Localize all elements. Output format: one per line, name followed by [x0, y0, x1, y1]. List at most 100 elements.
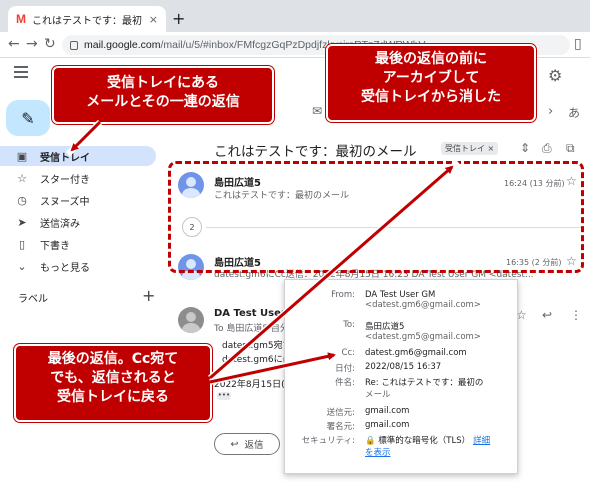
close-icon[interactable]: ×: [149, 13, 158, 26]
gmail-icon: M: [16, 12, 26, 26]
draft-icon: ▯: [18, 237, 26, 251]
details-link[interactable]: 詳細: [473, 436, 490, 446]
inbox-label-chip[interactable]: 受信トレイ ×: [441, 142, 499, 155]
detail-label: From:: [331, 290, 355, 300]
sidebar: ▣ 受信トレイ ☆ スター付き ◷ スヌーズ中 ➤ 送信済み ▯ 下書き ⌄ もっと見る: [0, 146, 160, 278]
show-trimmed-content-button[interactable]: •••: [217, 392, 231, 400]
reload-icon[interactable]: ↻: [44, 36, 56, 52]
detail-value-main: gmail.com: [365, 406, 410, 416]
clock-icon: ◷: [17, 193, 27, 207]
sidebar-item[interactable]: ☆ スター付き: [0, 168, 160, 188]
reply-icon: ↩: [230, 438, 239, 450]
tab-title: これはテストです：最初のメール - da: [32, 15, 143, 27]
print-icon[interactable]: ⎙: [542, 141, 552, 156]
side-panel-icon[interactable]: ▯: [574, 36, 582, 52]
chevron-down-icon: ⌄: [17, 259, 27, 273]
callout-archived: 最後の返信の前に アーカイブして 受信トレイから消した: [326, 44, 536, 122]
detail-value: DA Test User GM <datest.gm6@gmail.com>: [365, 290, 515, 310]
sidebar-item[interactable]: ➤ 送信済み: [0, 212, 160, 232]
sidebar-item[interactable]: ▣ 受信トレイ: [0, 146, 156, 166]
detail-value-sub: メール: [365, 390, 391, 400]
callout-line: 最後の返信。Cc宛て: [47, 351, 179, 367]
message-time: 16:24 (13 分前): [504, 179, 565, 188]
callout-inbox-thread: 受信トレイにある メールとその一連の返信: [52, 66, 274, 124]
callout-last-reply: 最後の返信。Cc宛て でも、返信されると 受信トレイに戻る: [14, 344, 212, 422]
detail-value-main: 🔒 標準的な暗号化（TLS）: [365, 436, 471, 446]
detail-label: 日付:: [335, 364, 355, 374]
url-domain: mail.google.com: [84, 39, 161, 51]
pencil-icon: ✎: [21, 108, 35, 128]
send-icon: ➤: [17, 215, 27, 229]
detail-value: 🔒 標準的な暗号化（TLS） 詳細 を表示: [365, 434, 515, 458]
detail-value: datest.gm6@gmail.com: [365, 348, 515, 358]
sidebar-item-label: 受信トレイ: [40, 152, 90, 164]
sidebar-item-label: 送信済み: [40, 218, 80, 230]
reply-button[interactable]: ↩ 返信: [214, 433, 280, 455]
detail-value: Re: これはテストです：最初の メール: [365, 376, 515, 400]
callout-line: 受信トレイに戻る: [57, 388, 169, 405]
avatar: [178, 307, 204, 333]
detail-label: 送信元:: [326, 408, 355, 418]
message-snippet[interactable]: これはテストです：最初のメール: [214, 188, 349, 201]
detail-value-main: Re: これはテストです：最初の: [365, 378, 484, 388]
input-tools-label[interactable]: あ: [568, 104, 580, 121]
callout-line: でも、返信されると: [50, 369, 176, 386]
star-icon[interactable]: ☆: [566, 174, 577, 188]
lock-icon: [70, 40, 78, 50]
add-label-button[interactable]: +: [142, 286, 155, 305]
detail-value-main: 島田広道5: [365, 322, 405, 332]
chevron-right-icon[interactable]: ›: [548, 104, 553, 119]
detail-value: gmail.com: [365, 406, 515, 416]
callout-line: アーカイブして: [382, 69, 480, 86]
forward-icon[interactable]: →: [26, 36, 38, 52]
detail-value-sub: <datest.gm6@gmail.com>: [365, 300, 481, 310]
detail-value: 2022/08/15 16:37: [365, 362, 515, 372]
thread-subject: これはテストです：最初のメール: [214, 144, 417, 160]
sidebar-item-label: スター付き: [40, 174, 90, 186]
avatar: [178, 172, 204, 198]
detail-value: gmail.com: [365, 420, 515, 430]
more-options-icon[interactable]: ⋮: [570, 308, 582, 322]
detail-label: セキュリティ:: [301, 436, 355, 446]
detail-value: 島田広道5 <datest.gm5@gmail.com>: [365, 320, 515, 342]
expand-collapse-icon[interactable]: ⇕: [520, 141, 530, 155]
labels-heading: ラベル: [18, 294, 48, 305]
reply-icon[interactable]: ↩: [542, 308, 552, 322]
star-icon: ☆: [17, 171, 27, 185]
details-link[interactable]: を表示: [365, 446, 515, 458]
mail-icon[interactable]: ✉: [312, 104, 322, 118]
main-menu-icon[interactable]: [14, 66, 28, 78]
sidebar-item[interactable]: ◷ スヌーズ中: [0, 190, 160, 210]
new-tab-button[interactable]: +: [172, 9, 185, 28]
open-new-window-icon[interactable]: ⧉: [566, 141, 575, 156]
compose-button[interactable]: ✎: [6, 100, 50, 136]
settings-gear-icon[interactable]: ⚙: [548, 66, 562, 85]
detail-label: Cc:: [341, 348, 355, 358]
collapsed-messages-count[interactable]: 2: [182, 217, 202, 237]
detail-label: To:: [343, 320, 355, 330]
message-details-popup: From: DA Test User GM <datest.gm6@gmail.co…: [284, 279, 518, 474]
back-icon[interactable]: ←: [8, 36, 20, 52]
detail-label: 件名:: [335, 378, 355, 388]
detail-value-main: DA Test User GM: [365, 290, 436, 300]
detail-value-main: datest.gm6@gmail.com: [365, 348, 467, 358]
callout-line: メールとその一連の返信: [86, 93, 240, 110]
sidebar-item-label: スヌーズ中: [40, 196, 90, 208]
message-sender[interactable]: 島田広道5: [214, 174, 261, 189]
detail-value-sub: <datest.gm5@gmail.com>: [365, 332, 481, 342]
callout-line: 受信トレイから消した: [361, 88, 501, 105]
sidebar-item[interactable]: ▯ 下書き: [0, 234, 160, 254]
sidebar-item-label: もっと見る: [40, 262, 90, 274]
avatar: [178, 254, 204, 280]
callout-line: 受信トレイにある: [107, 75, 219, 91]
browser-tab-bar: M これはテストです：最初のメール - da × +: [0, 0, 590, 32]
callout-line: 最後の返信の前に: [375, 51, 487, 67]
browser-tab[interactable]: M これはテストです：最初のメール - da ×: [8, 6, 166, 32]
divider: [206, 227, 582, 228]
sidebar-item-label: 下書き: [40, 240, 70, 252]
star-icon[interactable]: ☆: [566, 254, 577, 268]
reply-label: 返信: [244, 440, 264, 451]
sidebar-item[interactable]: ⌄ もっと見る: [0, 256, 160, 276]
detail-label: 署名元:: [326, 422, 355, 432]
inbox-icon: ▣: [16, 149, 28, 163]
